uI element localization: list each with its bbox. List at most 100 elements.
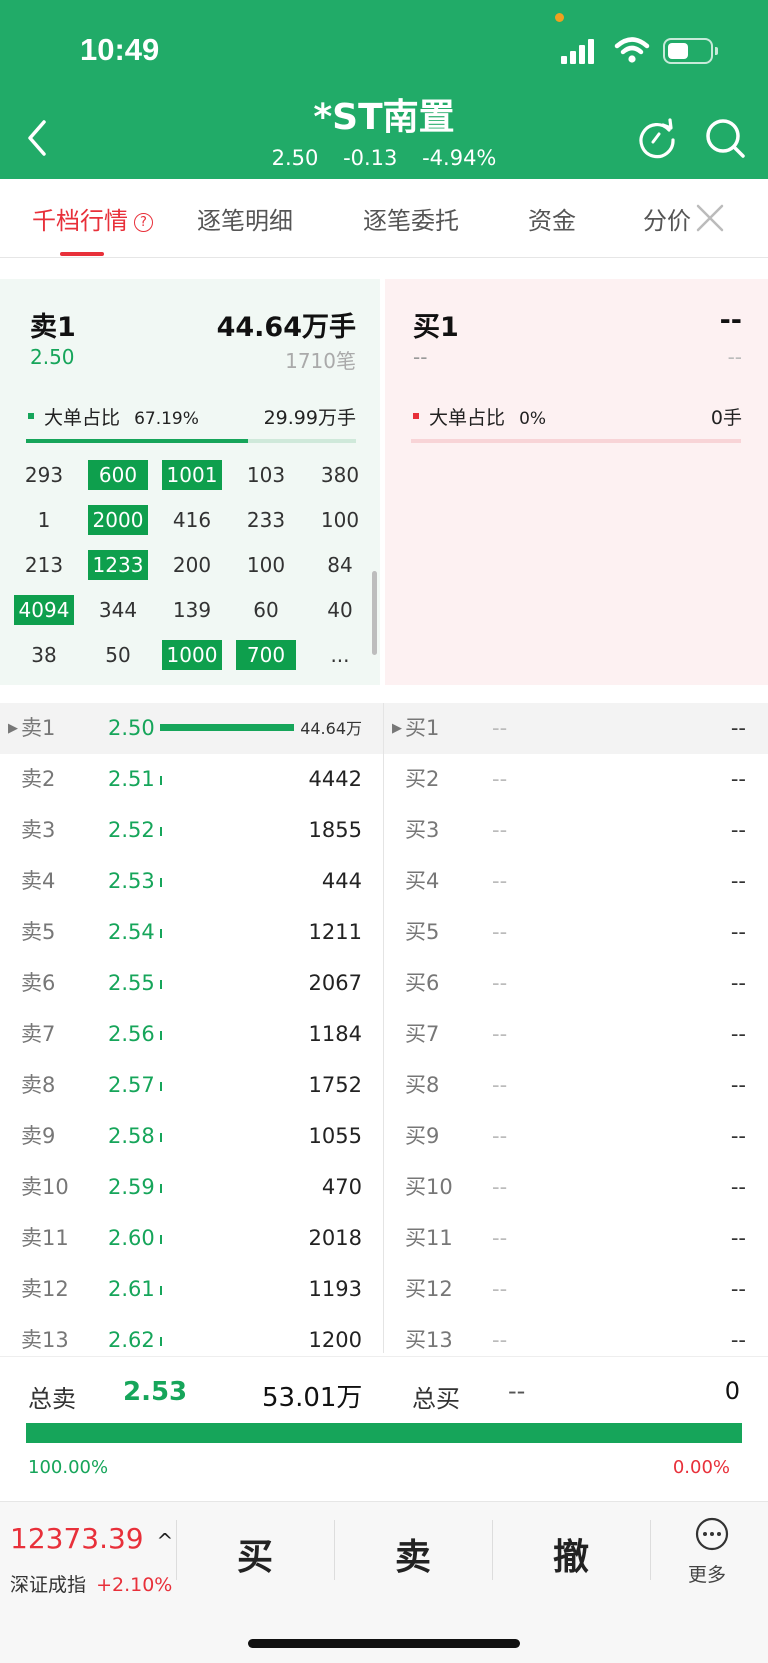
- sell-level-price: 2.56: [108, 1022, 155, 1046]
- buy-level-label: 买7: [405, 1022, 440, 1046]
- buy1-orders: --: [727, 345, 742, 369]
- buy-level-price: --: [492, 1124, 508, 1148]
- cancel-button[interactable]: 撤: [553, 1528, 589, 1580]
- order-book-row[interactable]: 卖12 2.61 1193 买12 -- --: [0, 1264, 768, 1315]
- tab-trades[interactable]: 逐笔明细: [197, 201, 293, 236]
- buy-big-order-ratio: 大单占比 0%: [429, 407, 547, 429]
- buy-level-price: --: [492, 920, 508, 944]
- sell-volume-bar: [160, 1082, 162, 1091]
- buy1-label: 买1: [413, 312, 459, 343]
- buy-level-volume: --: [730, 1124, 746, 1148]
- tab-funds[interactable]: 资金: [528, 201, 576, 236]
- sell-level-label: 卖11: [21, 1226, 69, 1250]
- buy-level-volume: --: [730, 1226, 746, 1250]
- grid-cell: 1233: [88, 550, 148, 580]
- sell-level-price: 2.59: [108, 1175, 155, 1199]
- sell-button[interactable]: 卖: [395, 1528, 431, 1580]
- sell-level-price: 2.55: [108, 971, 155, 995]
- expand-arrow-icon: ▶: [392, 721, 402, 736]
- buy-level-price: --: [492, 1277, 508, 1301]
- totals-summary: 总卖 2.53 53.01万 总买 -- 0 100.00% 0.00%: [0, 1356, 768, 1501]
- grid-cell: 1001: [162, 460, 222, 490]
- grid-cell: 40: [327, 598, 353, 622]
- sell-volume-bar: [160, 1286, 162, 1295]
- grid-cell: 600: [88, 460, 148, 490]
- sell-level-volume: 4442: [308, 767, 362, 791]
- grid-cell: 416: [172, 508, 212, 532]
- grid-cell: 380: [320, 463, 360, 487]
- order-book-row[interactable]: 卖2 2.51 4442 买2 -- --: [0, 754, 768, 805]
- bottom-toolbar: 12373.39 ^ 深证成指 +2.10% 买 卖 撤 更多: [0, 1501, 768, 1663]
- search-icon[interactable]: [704, 117, 746, 159]
- help-icon[interactable]: ?: [134, 212, 153, 232]
- order-book-row[interactable]: 卖7 2.56 1184 买7 -- --: [0, 1009, 768, 1060]
- buy-button[interactable]: 买: [237, 1528, 273, 1580]
- sell-volume-bar: [160, 929, 162, 938]
- last-price: 2.50: [271, 146, 319, 170]
- grid-cell: 1: [37, 508, 51, 532]
- sell-level-price: 2.60: [108, 1226, 155, 1250]
- tab-active-indicator: [60, 252, 104, 256]
- order-book-row[interactable]: ▶ ▶ 卖1 2.50 44.64万 买1 -- --: [0, 703, 768, 754]
- grid-cell: 4094: [14, 595, 74, 625]
- index-value[interactable]: 12373.39 ^: [10, 1522, 173, 1555]
- expand-arrow-icon: ▶: [8, 721, 18, 736]
- order-book-row[interactable]: 卖8 2.57 1752 买8 -- --: [0, 1060, 768, 1111]
- buy-level-volume: --: [730, 1022, 746, 1046]
- buy-level-label: 买5: [405, 920, 440, 944]
- refresh-icon[interactable]: [636, 117, 678, 159]
- order-book-row[interactable]: 卖4 2.53 444 买4 -- --: [0, 856, 768, 907]
- buy-depth-panel: 买1 -- -- -- 大单占比 0% 0手: [385, 279, 768, 685]
- buy-level-volume: --: [730, 1175, 746, 1199]
- sell-level-volume: 1752: [308, 1073, 362, 1097]
- order-book-row[interactable]: 卖10 2.59 470 买10 -- --: [0, 1162, 768, 1213]
- tab-orders[interactable]: 逐笔委托: [363, 201, 459, 236]
- order-book-row[interactable]: 卖6 2.55 2067 买6 -- --: [0, 958, 768, 1009]
- sell-level-volume: 2067: [308, 971, 362, 995]
- buy-level-price: --: [492, 1022, 508, 1046]
- grid-cell: 38: [31, 643, 57, 667]
- order-book-row[interactable]: 卖9 2.58 1055 买9 -- --: [0, 1111, 768, 1162]
- app-header: 10:49 *ST南置 2.50 -0.13 -4.94%: [0, 0, 768, 179]
- legend-marker: [28, 413, 34, 419]
- index-name: 深证成指: [10, 1574, 87, 1596]
- order-book-row[interactable]: 卖5 2.54 1211 买5 -- --: [0, 907, 768, 958]
- grid-cell: 139: [172, 598, 212, 622]
- sell-level-label: 卖10: [21, 1175, 69, 1199]
- sell-level-price: 2.50: [108, 716, 155, 740]
- sell-level-volume: 1184: [308, 1022, 362, 1046]
- sell-buy-ratio-bar: [26, 1423, 742, 1443]
- sell-level-volume: 1193: [308, 1277, 362, 1301]
- price-change: -0.13: [343, 146, 398, 170]
- buy-level-price: --: [492, 971, 508, 995]
- order-book-row[interactable]: 卖3 2.52 1855 买3 -- --: [0, 805, 768, 856]
- grid-scrollbar[interactable]: [372, 571, 377, 655]
- sell-depth-panel: 卖1 44.64万手 2.50 1710笔 大单占比 67.19% 29.99万…: [0, 279, 380, 685]
- sell-volume-bar: [160, 1184, 162, 1193]
- close-icon[interactable]: [695, 203, 725, 233]
- sell-level-label: 卖2: [21, 767, 56, 791]
- buy-level-volume: --: [730, 1073, 746, 1097]
- buy-level-volume: --: [730, 971, 746, 995]
- tab-depth[interactable]: 千档行情?: [32, 201, 153, 236]
- tab-price-dist[interactable]: 分价: [643, 201, 691, 236]
- grid-cell: 50: [105, 643, 131, 667]
- more-button[interactable]: 更多: [680, 1516, 746, 1596]
- order-book-row[interactable]: 卖11 2.60 2018 买11 -- --: [0, 1213, 768, 1264]
- grid-cell: 103: [246, 463, 286, 487]
- battery-icon: [663, 38, 713, 64]
- total-sell-label: 总卖: [28, 1385, 76, 1413]
- grid-cell: 344: [98, 598, 138, 622]
- sell-volume-bar: [160, 724, 294, 731]
- index-info: 深证成指 +2.10%: [10, 1570, 172, 1597]
- buy-level-volume: --: [730, 818, 746, 842]
- big-order-ratio: 大单占比 67.19%: [44, 407, 199, 429]
- sell-level-price: 2.51: [108, 767, 155, 791]
- sell-level-volume: 470: [321, 1175, 362, 1199]
- big-order-volume: 29.99万手: [263, 407, 356, 429]
- grid-cell: 200: [172, 553, 212, 577]
- total-buy-label: 总买: [412, 1385, 460, 1413]
- privacy-indicator-dot: [555, 13, 564, 22]
- sell1-price: 2.50: [30, 345, 75, 369]
- buy-level-volume: --: [730, 920, 746, 944]
